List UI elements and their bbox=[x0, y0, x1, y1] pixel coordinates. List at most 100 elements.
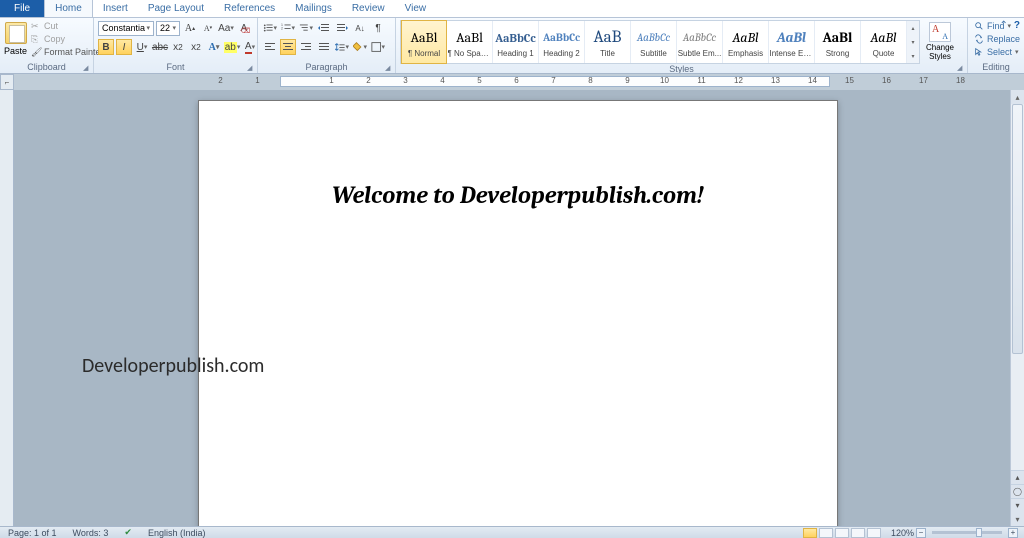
view-full-screen-button[interactable] bbox=[819, 528, 833, 538]
document-title-text[interactable]: Welcome to Developerpublish.com! bbox=[199, 181, 837, 209]
show-marks-button[interactable]: ¶ bbox=[370, 20, 386, 36]
paste-label: Paste bbox=[4, 46, 27, 56]
underline-button[interactable]: U▾ bbox=[134, 39, 150, 55]
tab-page-layout[interactable]: Page Layout bbox=[138, 0, 214, 17]
watermark-text: Developerpublish.com bbox=[82, 354, 264, 378]
style-s-h1[interactable]: AaBbCcHeading 1 bbox=[493, 21, 539, 63]
style-s-strong[interactable]: AaBlStrong bbox=[815, 21, 861, 63]
change-styles-icon bbox=[929, 22, 951, 42]
styles-gallery[interactable]: AaBl¶ NormalAaBl¶ No SpacingAaBbCcHeadin… bbox=[400, 20, 920, 64]
style-s-emphasis[interactable]: AaBlEmphasis bbox=[723, 21, 769, 63]
status-words[interactable]: Words: 3 bbox=[69, 527, 113, 538]
bold-button[interactable]: B bbox=[98, 39, 114, 55]
align-left-button[interactable] bbox=[262, 39, 278, 55]
zoom-out-button[interactable]: − bbox=[916, 528, 926, 538]
replace-button[interactable]: Replace bbox=[972, 33, 1022, 45]
change-case-button[interactable]: Aa▾ bbox=[218, 20, 234, 36]
tab-review[interactable]: Review bbox=[342, 0, 395, 17]
line-spacing-button[interactable]: ▾ bbox=[334, 39, 350, 55]
tab-view[interactable]: View bbox=[395, 0, 437, 17]
borders-button[interactable]: ▾ bbox=[370, 39, 386, 55]
highlight-button[interactable]: ab▾ bbox=[224, 39, 240, 55]
view-print-layout-button[interactable] bbox=[803, 528, 817, 538]
proofing-icon: ✔ bbox=[124, 527, 132, 538]
styles-dialog-launcher[interactable]: ◢ bbox=[957, 64, 965, 72]
style-s-subtleemp[interactable]: AaBbCcSubtle Em... bbox=[677, 21, 723, 63]
style-s-h2[interactable]: AaBbCcHeading 2 bbox=[539, 21, 585, 63]
tab-home[interactable]: Home bbox=[44, 0, 93, 17]
font-name-combo[interactable]: Constantia▾ bbox=[98, 21, 154, 36]
group-font: Constantia▾ 22▾ A▴ A▾ Aa▾ A⌫ B I U▾ abc … bbox=[94, 18, 258, 73]
subscript-button[interactable]: x2 bbox=[170, 39, 186, 55]
increase-indent-button[interactable] bbox=[334, 20, 350, 36]
sort-button[interactable]: A↓ bbox=[352, 20, 368, 36]
italic-button[interactable]: I bbox=[116, 39, 132, 55]
justify-button[interactable] bbox=[316, 39, 332, 55]
vertical-scrollbar[interactable]: ▴ ▴ ◯ ▾ ▾ bbox=[1010, 90, 1024, 526]
multilevel-list-button[interactable]: ▾ bbox=[298, 20, 314, 36]
zoom-slider[interactable] bbox=[932, 531, 1002, 534]
vertical-ruler[interactable] bbox=[0, 90, 14, 526]
horizontal-ruler[interactable]: ⌐ 21123456789101112131415161718 bbox=[0, 74, 1024, 90]
status-language[interactable]: English (India) bbox=[144, 527, 210, 538]
clipboard-group-label: Clipboard bbox=[4, 62, 89, 73]
select-icon bbox=[974, 47, 984, 57]
ribbon-tabs: File Home Insert Page Layout References … bbox=[0, 0, 1024, 18]
zoom-in-button[interactable]: + bbox=[1008, 528, 1018, 538]
style-s-subtitle[interactable]: AaBbCcSubtitle bbox=[631, 21, 677, 63]
shading-button[interactable]: ▾ bbox=[352, 39, 368, 55]
tab-mailings[interactable]: Mailings bbox=[285, 0, 342, 17]
paragraph-dialog-launcher[interactable]: ◢ bbox=[385, 64, 393, 72]
zoom-level[interactable]: 120% bbox=[891, 528, 914, 538]
shrink-font-button[interactable]: A▾ bbox=[200, 20, 216, 36]
grow-font-button[interactable]: A▴ bbox=[182, 20, 198, 36]
change-styles-button[interactable]: Change Styles bbox=[922, 20, 958, 61]
svg-text:2: 2 bbox=[281, 27, 283, 31]
ruler-corner[interactable]: ⌐ bbox=[0, 74, 14, 90]
text-effects-button[interactable]: A▾ bbox=[206, 39, 222, 55]
tab-references[interactable]: References bbox=[214, 0, 285, 17]
replace-icon bbox=[974, 34, 984, 44]
align-right-button[interactable] bbox=[298, 39, 314, 55]
align-center-button[interactable] bbox=[280, 39, 296, 55]
next-page-button[interactable]: ▾ bbox=[1011, 498, 1024, 512]
clear-formatting-button[interactable]: A⌫ bbox=[236, 20, 252, 36]
status-page[interactable]: Page: 1 of 1 bbox=[4, 527, 61, 538]
strikethrough-button[interactable]: abc bbox=[152, 39, 168, 55]
bullets-button[interactable]: ▾ bbox=[262, 20, 278, 36]
prev-page-button[interactable]: ▴ bbox=[1011, 470, 1024, 484]
find-button[interactable]: Find▾ bbox=[972, 20, 1013, 32]
scroll-up-button[interactable]: ▴ bbox=[1011, 90, 1024, 104]
clipboard-dialog-launcher[interactable]: ◢ bbox=[83, 64, 91, 72]
scroll-down-button[interactable]: ▾ bbox=[1011, 512, 1024, 526]
document-area: Welcome to Developerpublish.com! Develop… bbox=[0, 90, 1010, 526]
style-s-intemp[interactable]: AaBlIntense Em... bbox=[769, 21, 815, 63]
style-s-quote[interactable]: AaBlQuote bbox=[861, 21, 907, 63]
view-draft-button[interactable] bbox=[867, 528, 881, 538]
font-size-combo[interactable]: 22▾ bbox=[156, 21, 180, 36]
styles-gallery-more[interactable]: ▴▾▾ bbox=[907, 21, 919, 63]
zoom-slider-thumb[interactable] bbox=[976, 528, 982, 537]
document-page[interactable]: Welcome to Developerpublish.com! bbox=[198, 100, 838, 526]
group-styles: AaBl¶ NormalAaBl¶ No SpacingAaBbCcHeadin… bbox=[396, 18, 968, 73]
paste-button[interactable]: Paste bbox=[4, 20, 27, 56]
style-s-nospacing[interactable]: AaBl¶ No Spacing bbox=[447, 21, 493, 63]
style-s-title[interactable]: AaBTitle bbox=[585, 21, 631, 63]
tab-file[interactable]: File bbox=[0, 0, 44, 17]
view-web-layout-button[interactable] bbox=[835, 528, 849, 538]
numbering-button[interactable]: 12▾ bbox=[280, 20, 296, 36]
browse-object-button[interactable]: ◯ bbox=[1011, 484, 1024, 498]
view-outline-button[interactable] bbox=[851, 528, 865, 538]
tab-insert[interactable]: Insert bbox=[93, 0, 138, 17]
decrease-indent-button[interactable] bbox=[316, 20, 332, 36]
scroll-thumb[interactable] bbox=[1012, 104, 1023, 354]
ribbon: ⌃ ? Paste ✂Cut ⎘Copy 🖌Format Painter Cli… bbox=[0, 18, 1024, 74]
status-proofing[interactable]: ✔ bbox=[120, 527, 136, 538]
select-button[interactable]: Select▾ bbox=[972, 46, 1021, 58]
font-color-button[interactable]: A▾ bbox=[242, 39, 258, 55]
style-s-normal[interactable]: AaBl¶ Normal bbox=[401, 20, 447, 64]
status-bar: Page: 1 of 1 Words: 3 ✔ English (India) … bbox=[0, 526, 1024, 538]
font-dialog-launcher[interactable]: ◢ bbox=[247, 64, 255, 72]
brush-icon: 🖌 bbox=[31, 47, 41, 57]
superscript-button[interactable]: x2 bbox=[188, 39, 204, 55]
